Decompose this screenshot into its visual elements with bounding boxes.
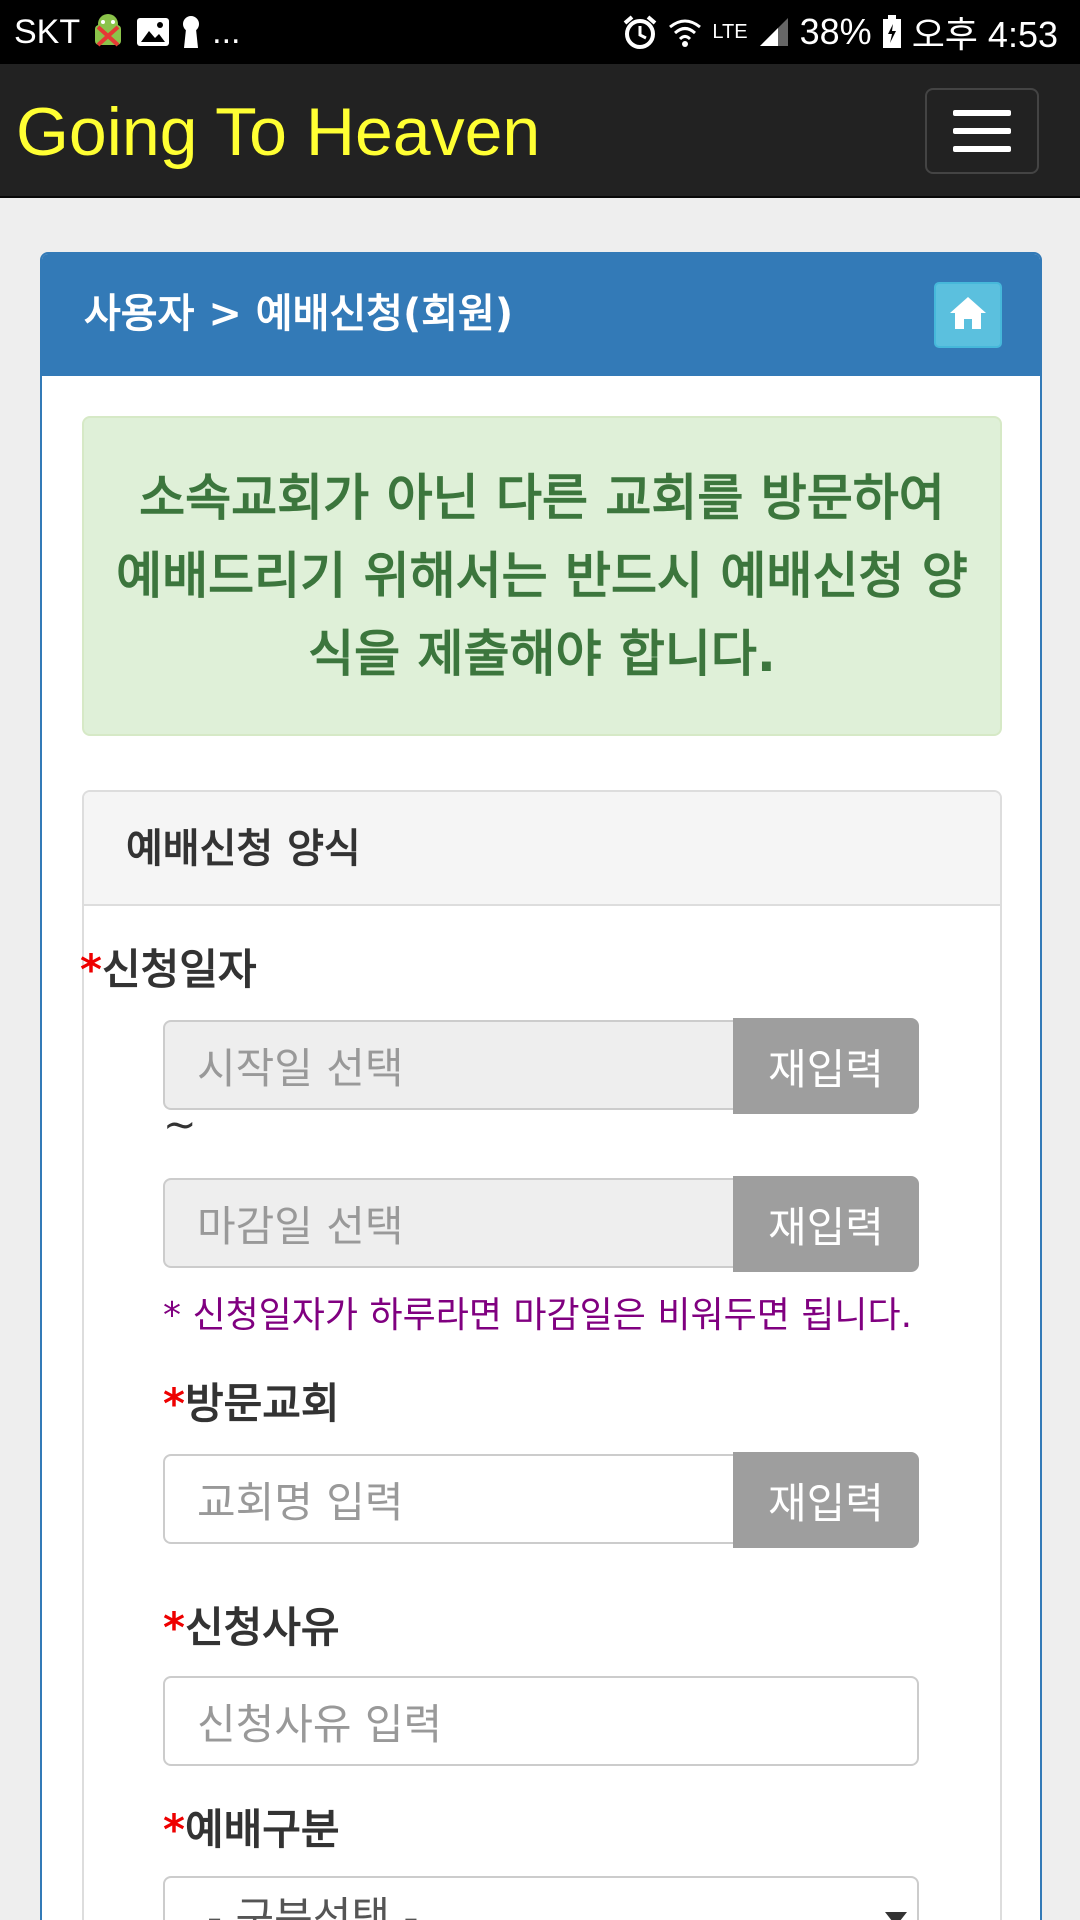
worship-type-label: *예배구분 [163, 1805, 340, 1854]
network-type: LTE [712, 21, 748, 43]
hamburger-icon-bar [953, 146, 1011, 152]
panel-heading: 사용자 > 예배신청(회원) [42, 254, 1040, 376]
church-reset-button[interactable]: 재입력 [733, 1452, 919, 1548]
more-notifications: ... [212, 12, 241, 51]
navbar: Going To Heaven [0, 64, 1080, 198]
form-title: 예배신청 양식 [126, 826, 361, 872]
battery-percent: 38% [799, 11, 872, 52]
required-mark: * [163, 1379, 185, 1428]
date-label: *신청일자 [80, 945, 257, 994]
alert-message: 소속교회가 아닌 다른 교회를 방문하여 예배드리기 위해서는 반드시 예배신청… [116, 469, 968, 683]
home-icon [948, 295, 988, 335]
android-debug-icon [90, 13, 126, 51]
form-panel-heading: 예배신청 양식 [84, 792, 1000, 906]
start-date-reset-button[interactable]: 재입력 [733, 1018, 919, 1114]
wifi-icon [668, 15, 702, 49]
church-input[interactable]: 교회명 입력 [163, 1454, 733, 1544]
end-date-input[interactable]: 마감일 선택 [163, 1178, 733, 1268]
required-mark: * [163, 1603, 185, 1652]
church-label: *방문교회 [163, 1379, 340, 1428]
image-icon [136, 17, 170, 47]
worship-type-select[interactable]: - 구분선택 - [163, 1876, 919, 1920]
battery-icon [882, 15, 902, 49]
dropdown-caret-icon [885, 1912, 907, 1920]
reason-label: *신청사유 [163, 1603, 340, 1652]
required-mark: * [80, 945, 102, 994]
church-group: 교회명 입력 재입력 [163, 1452, 919, 1548]
info-alert: 소속교회가 아닌 다른 교회를 방문하여 예배드리기 위해서는 반드시 예배신청… [82, 416, 1002, 736]
signal-icon [758, 16, 790, 48]
clock: 오후 4:53 [911, 14, 1058, 55]
hamburger-icon-bar [953, 110, 1011, 116]
required-mark: * [163, 1805, 185, 1854]
start-date-input[interactable]: 시작일 선택 [163, 1020, 733, 1110]
brand-link[interactable]: Going To Heaven [16, 98, 540, 166]
home-button[interactable] [934, 282, 1002, 348]
reason-input[interactable]: 신청사유 입력 [163, 1676, 919, 1766]
hamburger-icon-bar [953, 128, 1011, 134]
carrier-label: SKT [14, 12, 81, 51]
alarm-icon [622, 14, 658, 50]
menu-toggle-button[interactable] [925, 88, 1039, 174]
date-range-separator: ~ [163, 1102, 197, 1148]
start-date-group: 시작일 선택 재입력 [163, 1018, 919, 1114]
breadcrumb: 사용자 > 예배신청(회원) [84, 291, 514, 337]
end-date-reset-button[interactable]: 재입력 [733, 1176, 919, 1272]
keyhole-icon [180, 15, 202, 49]
worship-type-selected: - 구분선택 - [207, 1893, 419, 1920]
status-bar: SKT ... LTE 38% 오후 4:53 [0, 0, 1080, 64]
date-note: * 신청일자가 하루라면 마감일은 비워두면 됩니다. [163, 1295, 913, 1336]
end-date-group: 마감일 선택 재입력 [163, 1176, 919, 1272]
